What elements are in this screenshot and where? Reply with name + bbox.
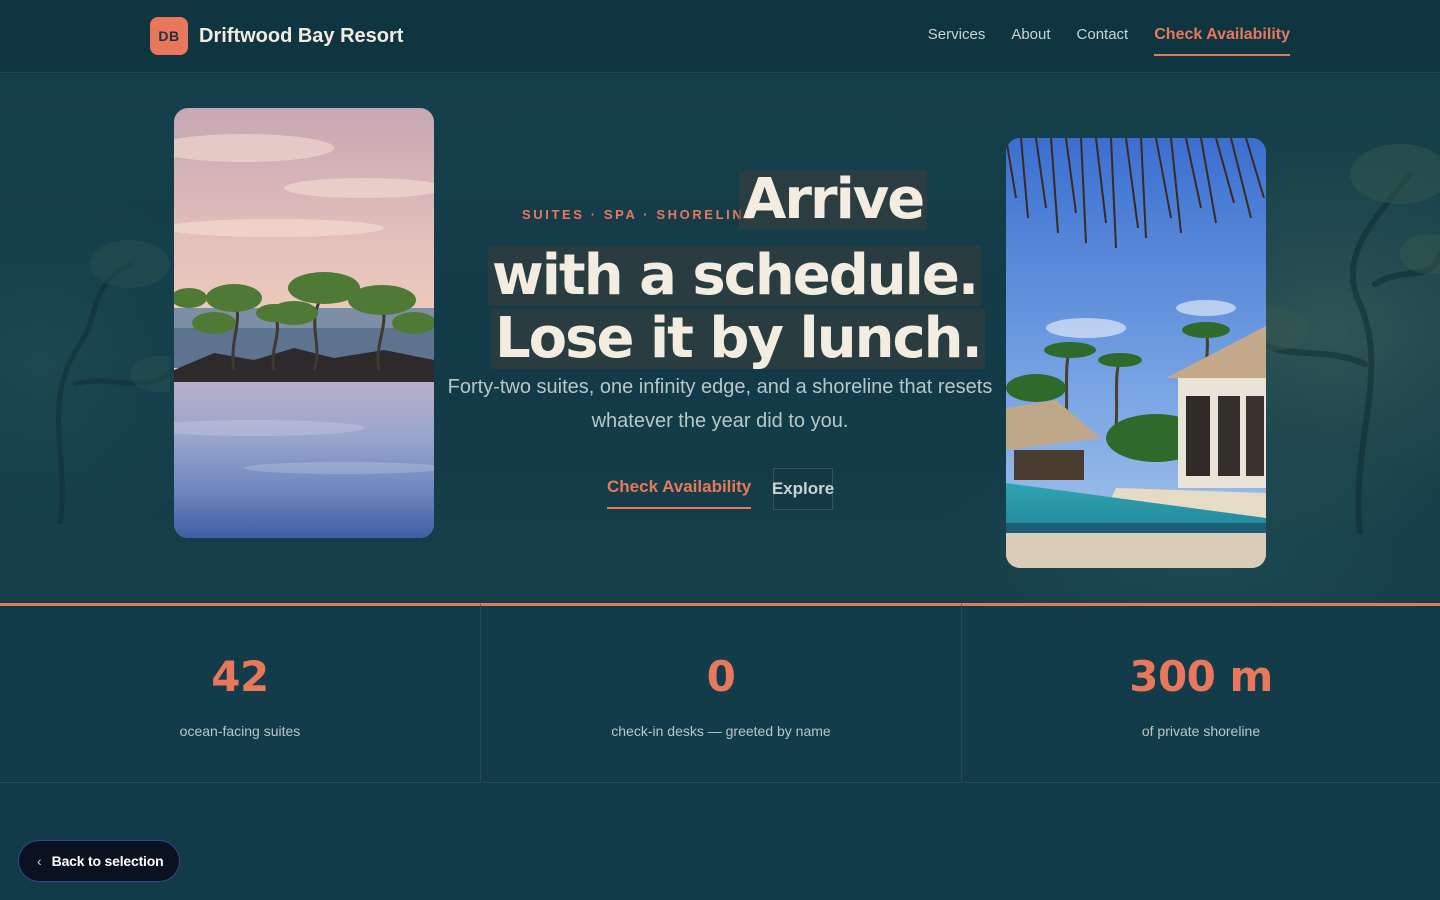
explore-button[interactable]: Explore: [772, 468, 834, 510]
stat-label: check-in desks — greeted by name: [611, 723, 831, 739]
logo-badge: DB: [150, 17, 188, 55]
headline-line-3: Lose it by lunch.: [491, 309, 985, 369]
stats-strip: 42 ocean-facing suites 0 check-in desks …: [0, 603, 1440, 783]
check-availability-button[interactable]: Check Availability: [607, 476, 752, 509]
background-tree-decoration: [1240, 144, 1440, 534]
background-tree-decoration: [56, 240, 170, 524]
stat-value: 0: [706, 652, 736, 701]
nav-services[interactable]: Services: [928, 24, 986, 46]
back-label: Back to selection: [51, 853, 164, 869]
stat-suites: 42 ocean-facing suites: [0, 603, 480, 783]
stat-value: 300 m: [1129, 652, 1273, 701]
stat-label: ocean-facing suites: [179, 723, 301, 739]
hero-eyebrow: SUITES · SPA · SHORELINE: [522, 207, 756, 222]
stat-label: of private shoreline: [1141, 723, 1261, 739]
site-header: DB Driftwood Bay Resort Services About C…: [0, 0, 1440, 73]
thatched-villa-pool-image: [1006, 138, 1266, 568]
nav-check-availability[interactable]: Check Availability: [1154, 24, 1290, 56]
nav-about[interactable]: About: [1011, 24, 1050, 46]
brand[interactable]: DB Driftwood Bay Resort: [150, 17, 403, 55]
hero: SUITES · SPA · SHORELINE Arrive with a s…: [0, 74, 1440, 603]
main-nav: Services About Contact Check Availabilit…: [902, 24, 1290, 56]
sunset-infinity-pool-image: [174, 108, 434, 538]
headline-line-2: with a schedule.: [488, 246, 982, 306]
stat-check-in-desks: 0 check-in desks — greeted by name: [480, 603, 961, 783]
stat-value: 42: [211, 652, 269, 701]
chevron-left-icon: ‹: [37, 853, 42, 869]
brand-name: Driftwood Bay Resort: [199, 24, 404, 47]
hero-subtitle: Forty-two suites, one infinity edge, and…: [447, 376, 993, 432]
nav-contact[interactable]: Contact: [1077, 24, 1129, 46]
stat-shoreline: 300 m of private shoreline: [961, 603, 1440, 783]
back-to-selection-button[interactable]: ‹ Back to selection: [18, 840, 180, 882]
hero-copy: SUITES · SPA · SHORELINE Arrive with a s…: [440, 74, 1000, 603]
headline-line-1: Arrive: [739, 170, 928, 230]
